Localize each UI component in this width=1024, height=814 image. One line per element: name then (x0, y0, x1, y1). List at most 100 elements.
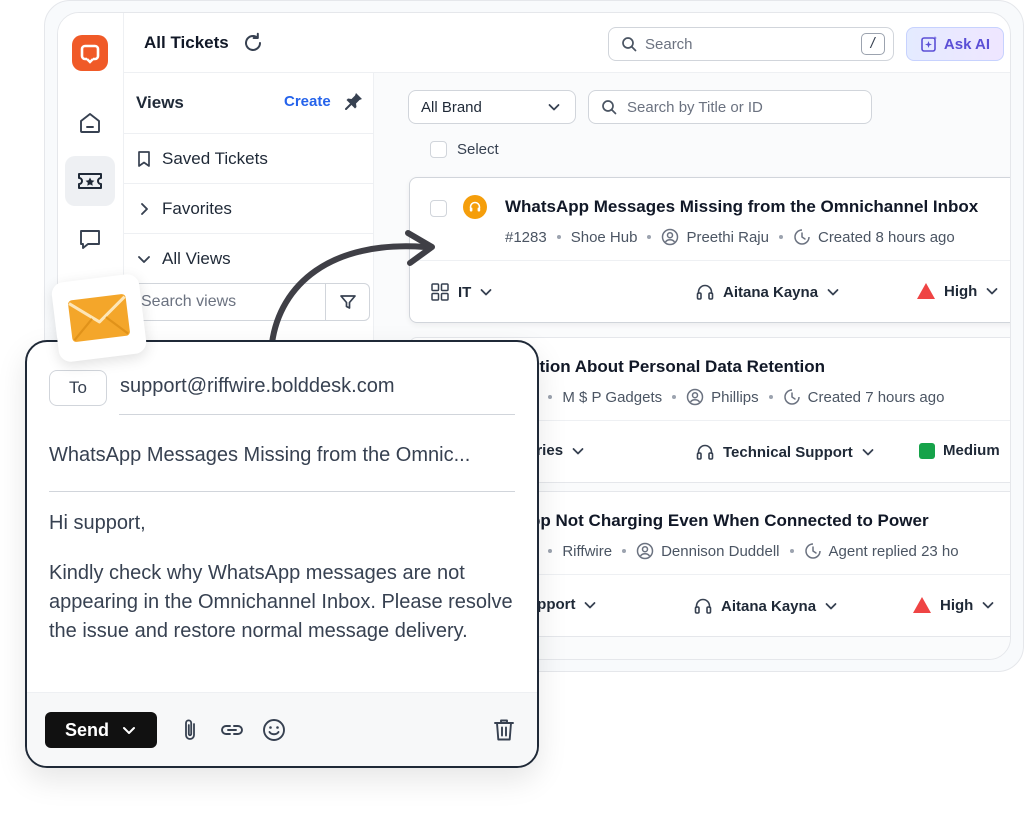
view-item-saved-tickets[interactable]: Saved Tickets (124, 133, 374, 183)
ticket-contact: Phillips (686, 388, 759, 406)
ticket-time-text: Created 8 hours ago (817, 228, 955, 246)
headset-icon (469, 201, 481, 212)
chevron-right-icon (141, 202, 148, 215)
ticket-card[interactable]: WhatsApp Messages Missing from the Omnic… (409, 177, 1010, 323)
search-shortcut-key: / (861, 33, 885, 55)
attachment-icon[interactable] (179, 717, 201, 743)
ticket-meta: #1283 Shoe Hub Preethi Raju Created 8 ho… (505, 228, 955, 246)
agent-dropdown[interactable]: Aitana Kayna (693, 596, 838, 616)
agent-value: Aitana Kayna (721, 597, 817, 615)
chevron-down-icon (982, 602, 994, 609)
trash-icon[interactable] (491, 717, 517, 743)
link-icon[interactable] (219, 717, 245, 743)
separator-dot (789, 549, 794, 553)
ask-ai-label: Ask AI (943, 35, 991, 53)
agent-dropdown[interactable]: Technical Support (695, 442, 875, 462)
chevron-down-icon (548, 104, 560, 111)
ticket-time: Created 8 hours ago (793, 228, 955, 246)
ticket-contact: Preethi Raju (661, 228, 769, 246)
views-heading: Views (136, 93, 184, 112)
separator-dot (556, 235, 561, 239)
contact-name: Preethi Raju (686, 228, 769, 246)
ticket-time-text: Created 7 hours ago (807, 388, 945, 406)
ticket-id: #1283 (505, 228, 547, 246)
agent-value: Aitana Kayna (723, 283, 819, 301)
view-item-label: Saved Tickets (162, 148, 268, 168)
page-title: All Tickets (144, 33, 229, 52)
global-search-input[interactable]: Search / (608, 27, 894, 61)
headset-icon (696, 444, 714, 460)
nav-chat[interactable] (65, 214, 115, 264)
ticket-checkbox[interactable] (430, 200, 447, 217)
select-all-label: Select (457, 141, 499, 158)
ticket-meta: 0 Riffwire Dennison Duddell (530, 542, 959, 560)
chat-icon (80, 230, 100, 249)
email-compose-card: To support@riffwire.bolddesk.com WhatsAp… (25, 340, 539, 768)
ticket-time: Agent replied 23 ho (804, 542, 959, 560)
logo-icon (80, 44, 100, 64)
agent-badge (463, 195, 487, 219)
divider (49, 491, 515, 492)
ticket-icon (78, 173, 102, 189)
view-item-label: All Views (162, 248, 231, 268)
chevron-down-icon (825, 603, 837, 610)
divider (410, 260, 1010, 261)
contact-name: Phillips (711, 388, 759, 406)
ticket-title[interactable]: stion About Personal Data Retention (530, 357, 825, 377)
chevron-down-icon (572, 447, 584, 454)
chevron-down-icon (986, 288, 998, 295)
brand-filter-dropdown[interactable]: All Brand (408, 90, 576, 124)
emoji-icon[interactable] (261, 717, 287, 743)
recipient-field[interactable]: support@riffwire.bolddesk.com (120, 375, 395, 398)
separator-dot (548, 395, 553, 399)
envelope-icon (68, 294, 130, 342)
ticket-contact: Dennison Duddell (636, 542, 780, 560)
user-icon (636, 542, 654, 560)
subject-field[interactable]: WhatsApp Messages Missing from the Omnic… (49, 444, 517, 467)
separator-dot (647, 235, 652, 239)
ticket-brand: Shoe Hub (570, 228, 638, 246)
priority-dropdown[interactable]: Medium (919, 442, 1000, 459)
ticket-time: Created 7 hours ago (783, 388, 945, 406)
ticket-title[interactable]: op Not Charging Even When Connected to P… (530, 511, 929, 531)
priority-dropdown[interactable]: High (916, 282, 999, 300)
user-icon (662, 228, 679, 246)
ask-ai-button[interactable]: Ask AI (906, 27, 1004, 61)
pin-icon[interactable] (344, 91, 364, 111)
create-view-link[interactable]: Create (284, 93, 331, 110)
brand-filter-value: All Brand (421, 98, 482, 116)
send-label: Send (64, 719, 109, 740)
nav-tickets[interactable] (65, 156, 115, 206)
search-placeholder: Search (645, 35, 693, 53)
headset-icon (696, 284, 714, 300)
refresh-icon[interactable] (242, 32, 264, 54)
agent-value: Technical Support (723, 443, 853, 461)
clock-icon (804, 543, 821, 559)
message-greeting[interactable]: Hi support, (49, 512, 146, 535)
chevron-down-icon (585, 601, 596, 608)
agent-dropdown[interactable]: Aitana Kayna (695, 282, 840, 302)
search-icon (602, 100, 617, 115)
top-bar: All Tickets Search / Ask AI (124, 13, 1010, 73)
home-icon (80, 113, 100, 133)
ticket-title[interactable]: WhatsApp Messages Missing from the Omnic… (505, 197, 978, 217)
chevron-down-icon (827, 289, 839, 296)
separator-dot (778, 235, 783, 239)
send-button[interactable]: Send (45, 712, 157, 748)
priority-value: High (940, 596, 974, 614)
priority-value: Medium (943, 442, 1000, 459)
to-label: To (49, 370, 107, 406)
message-body[interactable]: Kindly check why WhatsApp messages are n… (49, 559, 519, 646)
mail-badge (50, 272, 148, 364)
chevron-down-icon[interactable] (121, 722, 137, 738)
chevron-down-icon (480, 289, 492, 296)
priority-dropdown[interactable]: High (912, 596, 995, 614)
ticket-time-text: Agent replied 23 ho (828, 542, 959, 560)
nav-home[interactable] (65, 98, 115, 148)
ticket-search-input[interactable]: Search by Title or ID (588, 90, 872, 124)
ticket-meta: 7 M $ P Gadgets Phillips (530, 388, 944, 406)
curved-arrow-icon (269, 230, 435, 346)
select-all-checkbox[interactable] (430, 141, 447, 158)
select-all-toggle[interactable]: Select (430, 141, 499, 158)
chevron-down-icon (862, 449, 874, 456)
